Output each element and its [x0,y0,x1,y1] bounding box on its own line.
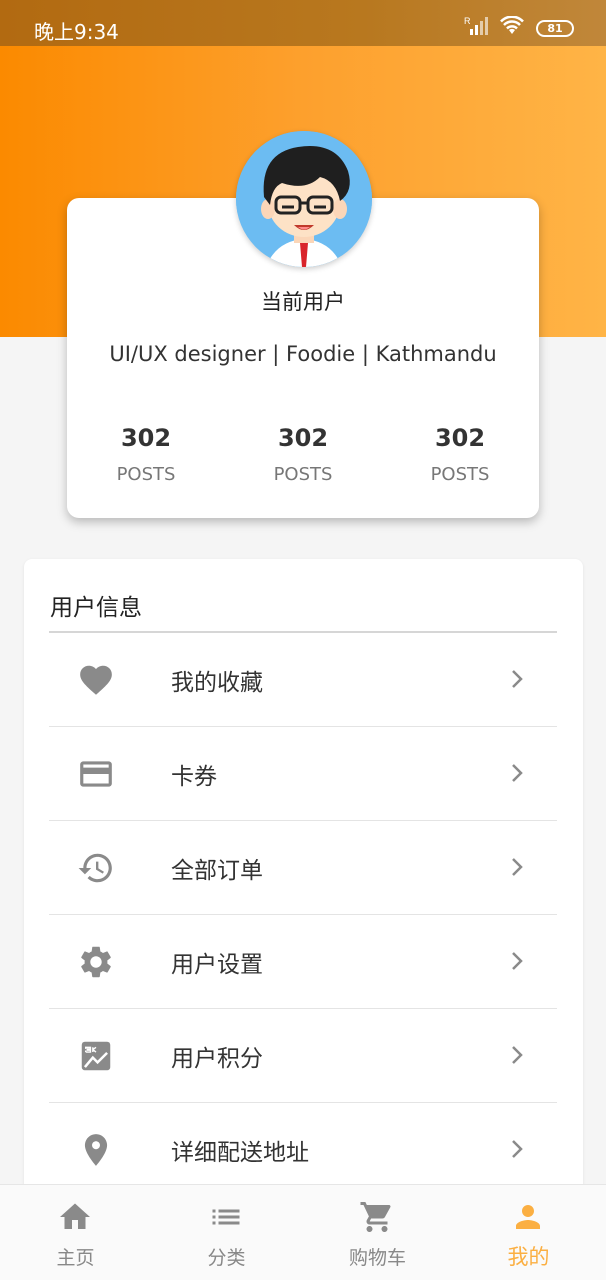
menu-item-settings[interactable]: 用户设置 [49,915,557,1009]
chevron-right-icon [509,1137,525,1161]
stat-value: 302 [277,424,329,452]
points-icon [77,1037,115,1075]
gear-icon [77,943,115,981]
stat-value: 302 [434,424,486,452]
cart-icon [359,1199,395,1235]
list-icon [208,1199,244,1235]
location-pin-icon [77,1131,115,1169]
nav-label: 我的 [507,1245,550,1269]
stat-value: 302 [120,424,172,452]
stat-posts-2[interactable]: 302 POSTS [233,424,373,485]
nav-item-home[interactable]: 主页 [0,1185,151,1280]
history-icon [77,849,115,887]
menu-item-label: 我的收藏 [171,670,263,696]
menu-item-label: 全部订单 [171,858,263,884]
nav-label: 分类 [207,1247,246,1269]
svg-text:R: R [464,16,471,26]
battery-icon: 81 [536,19,574,37]
menu-item-coupons[interactable]: 卡券 [49,727,557,821]
avatar-illustration [236,131,372,267]
stat-posts-1[interactable]: 302 POSTS [76,424,216,485]
menu-item-orders[interactable]: 全部订单 [49,821,557,915]
nav-item-mine[interactable]: 我的 [453,1185,604,1280]
signal-icon: R [464,16,488,40]
nav-label: 购物车 [348,1247,406,1269]
menu-item-address[interactable]: 详细配送地址 [49,1103,557,1197]
person-icon [510,1199,546,1235]
menu-item-label: 用户积分 [171,1046,263,1072]
chevron-right-icon [509,1043,525,1067]
chevron-right-icon [509,667,525,691]
stat-label: POSTS [273,464,333,485]
user-bio: UI/UX designer | Foodie | Kathmandu [109,342,497,366]
chevron-right-icon [509,761,525,785]
heart-icon [77,661,115,699]
menu-item-label: 用户设置 [171,952,263,978]
chevron-right-icon [509,949,525,973]
username: 当前用户 [261,290,345,314]
menu-item-label: 详细配送地址 [171,1140,309,1166]
status-icons: R 81 [464,15,574,40]
menu-item-label: 卡券 [171,764,217,790]
status-bar: 晚上9:34 R 81 [0,0,606,46]
wifi-icon [500,15,524,40]
status-time: 晚上9:34 [34,20,119,44]
home-icon [57,1199,93,1235]
avatar[interactable] [236,131,372,267]
menu-item-points[interactable]: 用户积分 [49,1009,557,1103]
credit-card-icon [77,755,115,793]
stat-posts-3[interactable]: 302 POSTS [390,424,530,485]
stat-label: POSTS [116,464,176,485]
stat-label: POSTS [430,464,490,485]
bottom-nav: 主页 分类 购物车 我的 [0,1184,606,1280]
nav-item-cart[interactable]: 购物车 [302,1185,453,1280]
user-info-title: 用户信息 [50,595,142,621]
menu-item-favorites[interactable]: 我的收藏 [49,633,557,727]
nav-item-category[interactable]: 分类 [151,1185,302,1280]
chevron-right-icon [509,855,525,879]
nav-label: 主页 [56,1247,95,1269]
